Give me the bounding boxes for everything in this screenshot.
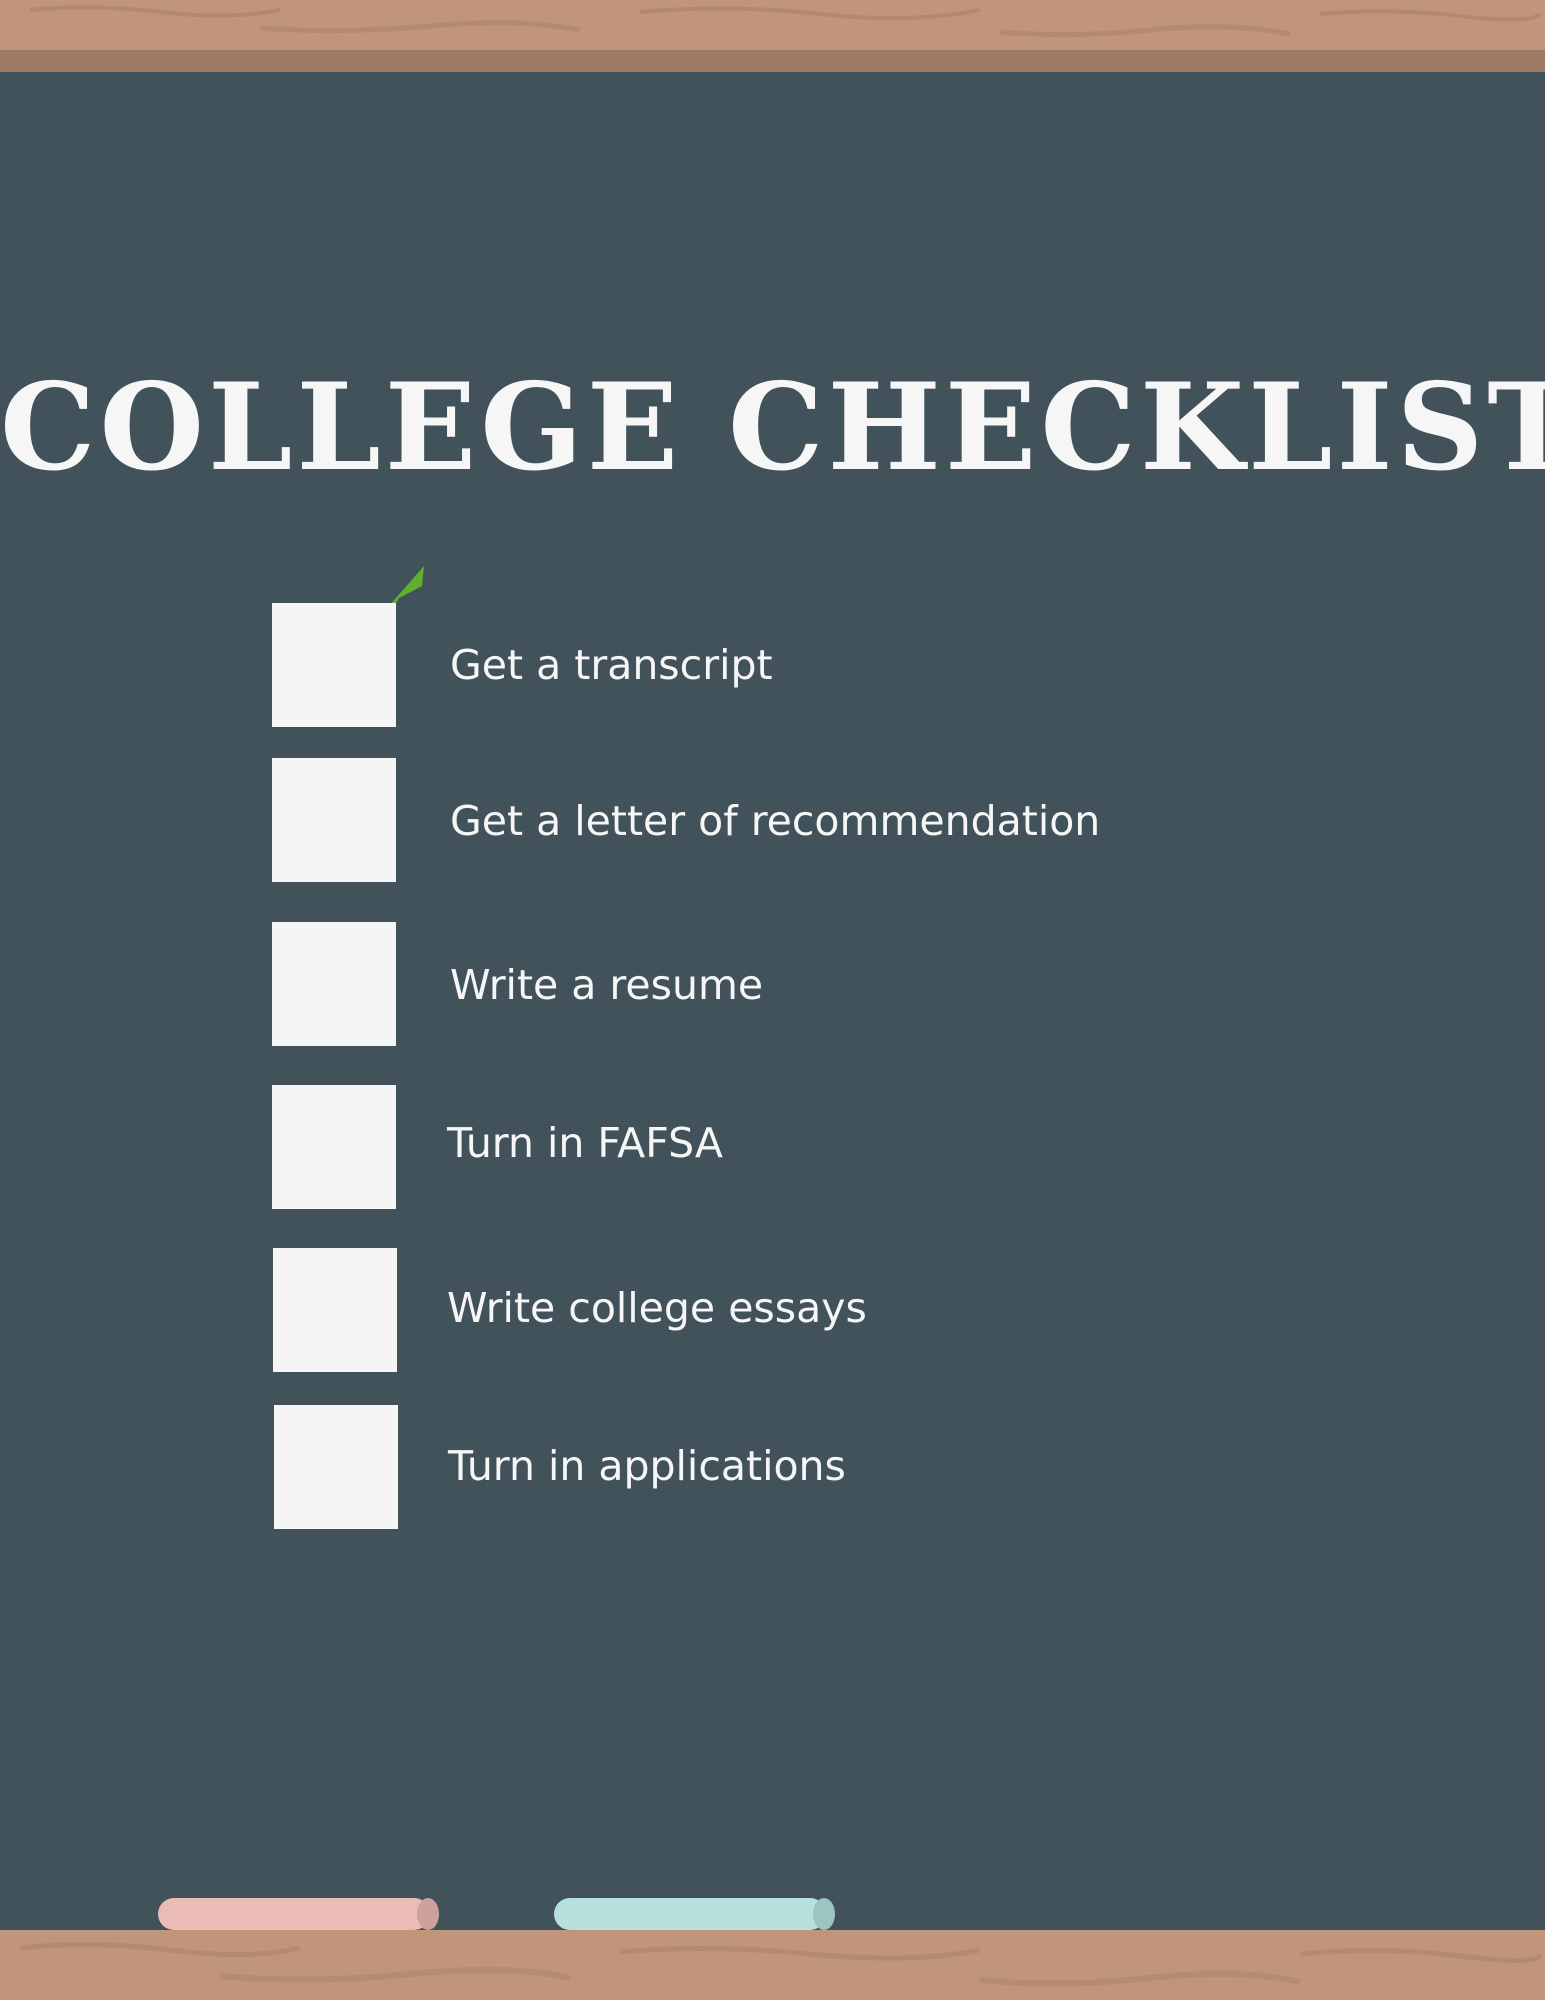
- top-wood-frame-edge: [0, 50, 1545, 72]
- page-title: COLLEGE CHECKLIST: [0, 357, 1545, 498]
- wood-grain-bottom: [19, 1941, 1543, 1987]
- item-label-letter-of-recommendation: Get a letter of recommendation: [450, 797, 1101, 845]
- item-label-write-resume: Write a resume: [450, 961, 764, 1009]
- item-label-get-transcript: Get a transcript: [450, 641, 773, 689]
- item-label-turn-in-applications: Turn in applications: [448, 1442, 846, 1490]
- wood-grain-top: [29, 5, 1542, 38]
- checkbox-turn-in-applications[interactable]: [274, 1405, 398, 1529]
- pink-chalk-icon: [158, 1898, 439, 1930]
- checkbox-turn-in-fafsa[interactable]: [272, 1085, 396, 1209]
- checkbox-write-college-essays[interactable]: [273, 1248, 397, 1372]
- item-label-write-college-essays: Write college essays: [447, 1284, 867, 1332]
- checkbox-letter-of-recommendation[interactable]: [272, 758, 396, 882]
- checkbox-write-resume[interactable]: [272, 922, 396, 1046]
- bottom-wood-frame: [0, 1930, 1545, 2000]
- checkbox-get-transcript[interactable]: [272, 603, 396, 727]
- item-label-turn-in-fafsa: Turn in FAFSA: [447, 1119, 723, 1167]
- blue-chalk-icon: [554, 1898, 835, 1930]
- top-wood-frame: [0, 0, 1545, 50]
